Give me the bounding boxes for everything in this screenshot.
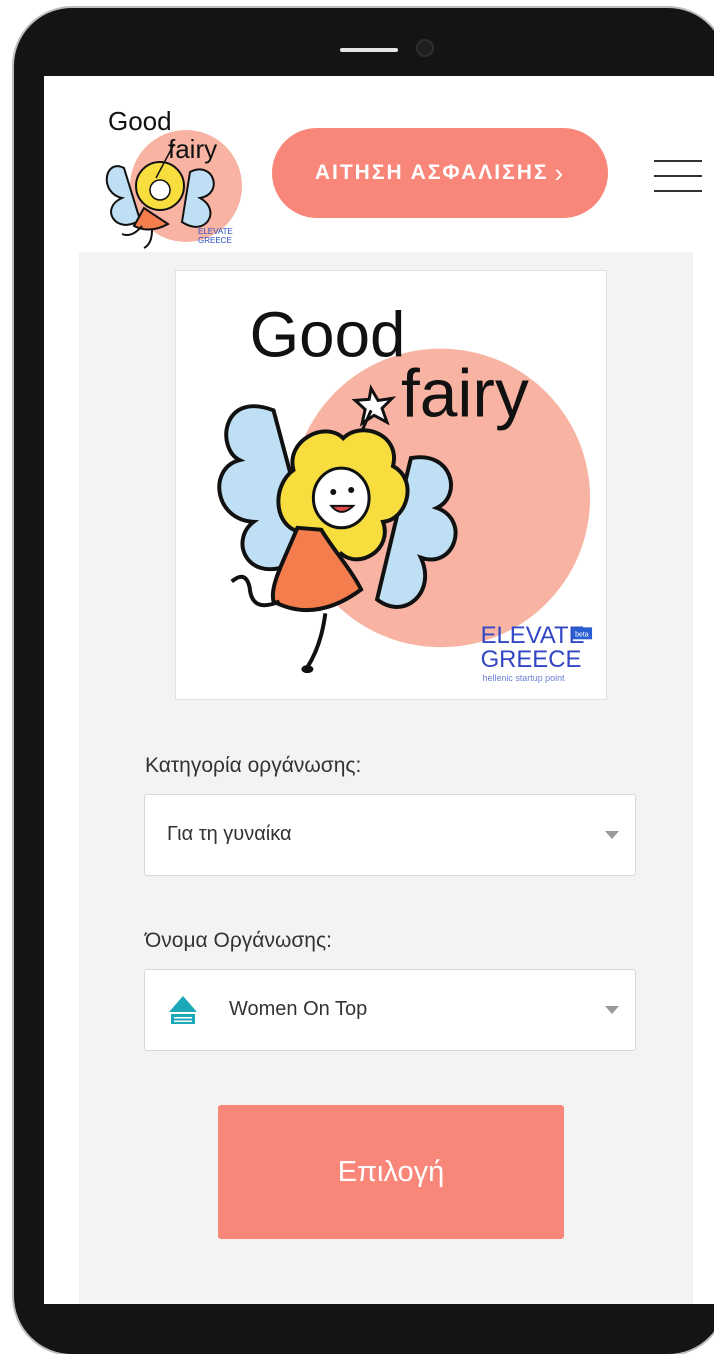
women-on-top-logo-icon: [169, 996, 197, 1024]
speaker-grille: [340, 48, 398, 52]
organization-category-select[interactable]: Για τη γυναίκα: [144, 794, 636, 876]
organization-name-value: Women On Top: [229, 998, 368, 1020]
caret-down-icon: [605, 831, 619, 839]
front-camera: [416, 39, 434, 57]
phone-frame: Good fairy ELEVATE GREECE ΑΙΤΗΣΗ ΑΣΦΑΛΙΣ…: [14, 8, 714, 1354]
insurance-application-button[interactable]: ΑΙΤΗΣΗ ΑΣΦΑΛΙΣΗΣ ›: [272, 128, 608, 218]
illustration-word-good: Good: [250, 300, 406, 371]
elevate-badge-line2: GREECE: [481, 646, 582, 673]
brand-image-card: Good fairy ELEVATE beta GREECE hellenic …: [175, 270, 607, 700]
site-header: Good fairy ELEVATE GREECE ΑΙΤΗΣΗ ΑΣΦΑΛΙΣ…: [44, 76, 714, 254]
logo-word-good: Good: [108, 106, 172, 136]
insurance-application-label: ΑΙΤΗΣΗ ΑΣΦΑΛΙΣΗΣ: [314, 161, 549, 184]
caret-down-icon: [605, 1006, 619, 1014]
elevate-badge-tag: beta: [575, 631, 589, 638]
hamburger-icon: [654, 160, 702, 162]
logo-word-fairy: fairy: [168, 134, 217, 164]
illustration-word-fairy: fairy: [401, 356, 529, 431]
screen: Good fairy ELEVATE GREECE ΑΙΤΗΣΗ ΑΣΦΑΛΙΣ…: [44, 76, 714, 1304]
organization-name-select[interactable]: Women On Top: [144, 969, 636, 1051]
chevron-right-icon: ›: [554, 157, 566, 188]
elevate-badge-line2: GREECE: [198, 236, 232, 245]
selection-panel: Good fairy ELEVATE beta GREECE hellenic …: [79, 252, 693, 1304]
elevate-badge-line1: ELEVATE: [198, 227, 233, 236]
hamburger-line: [654, 190, 702, 192]
organization-name-label: Όνομα Οργάνωσης:: [145, 929, 332, 952]
good-fairy-logo[interactable]: Good fairy ELEVATE GREECE: [94, 98, 244, 250]
elevate-badge-caption: hellenic startup point: [483, 673, 565, 683]
hamburger-menu-button[interactable]: [654, 156, 702, 196]
organization-category-label: Κατηγορία οργάνωσης:: [145, 754, 362, 777]
organization-category-value: Για τη γυναίκα: [167, 823, 292, 845]
select-button[interactable]: Επιλογή: [218, 1105, 564, 1239]
hamburger-line: [654, 175, 702, 177]
good-fairy-illustration: Good fairy ELEVATE beta GREECE hellenic …: [217, 300, 593, 683]
